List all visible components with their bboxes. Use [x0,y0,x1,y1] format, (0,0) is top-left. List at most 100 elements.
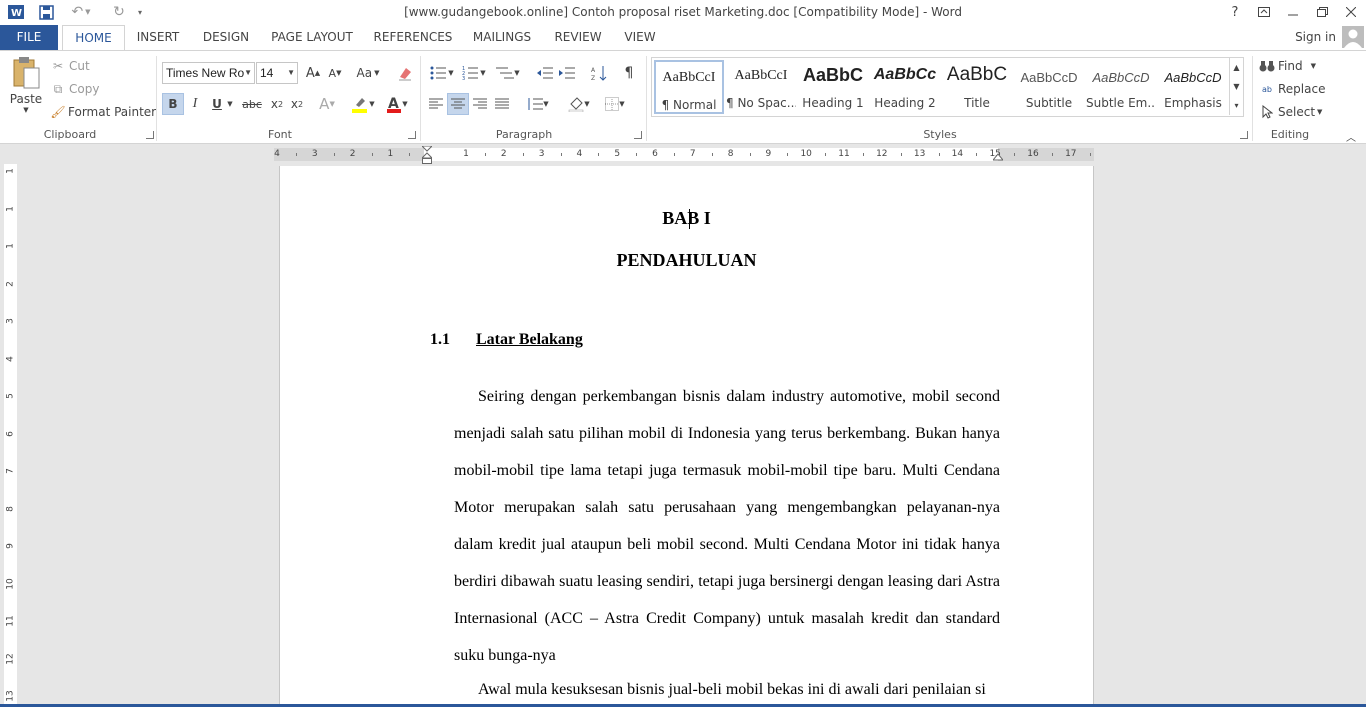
chevron-down-icon[interactable]: ▼ [224,93,236,115]
change-case-button[interactable]: Aa ▼ [354,62,382,84]
indent-marker-icon[interactable] [422,146,432,164]
tab-review[interactable]: REVIEW [548,25,608,50]
horizontal-ruler[interactable]: 4 3 2 1 1 2 3 4 5 6 7 8 9 10 11 12 13 14 15 16 17 [274,146,1094,164]
replace-button[interactable]: ab Replace [1259,80,1325,98]
tab-view[interactable]: VIEW [616,25,664,50]
ruler-tick [636,153,638,156]
gallery-more-icon[interactable]: ▾ [1229,96,1243,115]
style-subtle-emphasis[interactable]: AaBbCcD Subtle Em... [1086,60,1156,114]
superscript-button[interactable]: x2 [286,93,308,115]
ruler-number: 16 [1027,149,1039,159]
style-no-spacing[interactable]: AaBbCcI ¶ No Spac... [726,60,796,114]
ribbon-display-icon[interactable] [1249,0,1279,24]
group-divider [646,56,647,141]
avatar[interactable] [1342,26,1364,48]
ruler-number: 5 [614,149,621,159]
help-button[interactable]: ? [1220,0,1250,24]
section-title[interactable]: Latar Belakang [476,331,583,349]
borders-icon[interactable]: ▼ [600,93,630,115]
section-number[interactable]: 1.1 [430,331,450,349]
chevron-down-icon: ▼ [287,68,295,77]
tab-design[interactable]: DESIGN [196,25,256,50]
format-painter-button[interactable]: 🖌 Format Painter [50,103,156,121]
paste-icon [13,57,40,89]
bullets-icon[interactable]: ▼ [428,62,456,84]
binoculars-icon [1259,58,1275,74]
group-divider [420,56,421,141]
tab-mailings[interactable]: MAILINGS [466,25,538,50]
font-launcher-icon[interactable] [408,131,416,139]
close-icon[interactable] [1336,0,1366,24]
highlight-button[interactable]: ▼ [348,93,378,115]
ruler-number: 1 [5,243,16,249]
decrease-indent-icon[interactable] [534,62,556,84]
editing-group-label: Editing [1270,128,1310,141]
svg-text:A: A [591,67,596,74]
clipboard-group-label: Clipboard [43,128,97,141]
justify-icon[interactable] [491,93,513,115]
line-spacing-icon[interactable]: ▼ [524,93,552,115]
multilevel-list-icon[interactable]: ▼ [494,62,522,84]
ruler-tick [333,153,335,156]
ruler-tick [560,153,562,156]
chapter-heading[interactable]: BAB I [280,208,1093,229]
shrink-font-button[interactable]: A ▼ [324,62,346,84]
tab-file[interactable]: FILE [0,25,58,50]
cut-button[interactable]: ✂ Cut [50,57,90,75]
tab-references[interactable]: REFERENCES [370,25,456,50]
bold-button[interactable]: B [162,93,184,115]
style-subtitle[interactable]: AaBbCcD Subtitle [1014,60,1084,114]
tab-insert[interactable]: INSERT [130,25,186,50]
select-button[interactable]: Select ▼ [1259,103,1322,121]
paste-button[interactable]: Paste ▼ [8,56,44,122]
font-size-box[interactable]: 14 ▼ [256,62,298,84]
paragraph-launcher-icon[interactable] [634,131,642,139]
align-left-icon[interactable] [425,93,447,115]
tab-home[interactable]: HOME [62,25,125,51]
body-paragraph[interactable]: Awal mula kesuksesan bisnis jual-beli mo… [454,671,1000,707]
italic-button[interactable]: I [184,93,206,115]
style-heading-2[interactable]: AaBbCc Heading 2 [870,60,940,114]
styles-launcher-icon[interactable] [1240,131,1248,139]
sign-in-link[interactable]: Sign in [1295,30,1336,44]
strikethrough-button[interactable]: abc [240,93,264,115]
ruler-tick [711,153,713,156]
clipboard-launcher-icon[interactable] [146,131,154,139]
ruler-tick [522,153,524,156]
ruler-tick [825,153,827,156]
body-paragraph[interactable]: Seiring dengan perkembangan bisnis dalam… [454,378,1000,674]
subscript-button[interactable]: x2 [266,93,288,115]
align-right-icon[interactable] [469,93,491,115]
increase-indent-icon[interactable] [556,62,578,84]
sort-icon[interactable]: AZ [588,62,610,84]
find-button[interactable]: Find ▼ [1259,57,1316,75]
window-title: [www.gudangebook.online] Contoh proposal… [404,5,962,19]
text-effects-button[interactable]: A ▼ [316,93,338,115]
chapter-title[interactable]: PENDAHULUAN [280,250,1093,271]
numbering-icon[interactable]: 123 ▼ [460,62,488,84]
font-color-button[interactable]: A ▼ [382,93,412,115]
font-name-box[interactable]: Times New Ro ▼ [162,62,255,84]
right-indent-marker-icon[interactable] [993,153,1003,161]
restore-icon[interactable] [1307,0,1337,24]
style-heading-1[interactable]: AaBbC Heading 1 [798,60,868,114]
vertical-ruler[interactable]: 1 1 1 2 3 4 5 6 7 8 9 10 11 12 13 [4,164,17,707]
tab-page-layout[interactable]: PAGE LAYOUT [266,25,358,50]
align-center-icon[interactable] [447,93,469,115]
style-normal[interactable]: AaBbCcI ¶ Normal [654,60,724,114]
show-formatting-marks-icon[interactable]: ¶ [618,62,640,84]
gallery-scroll-up-icon[interactable]: ▲ [1229,58,1243,77]
minimize-icon[interactable] [1278,0,1308,24]
shading-icon[interactable]: ▼ [564,93,594,115]
ruler-number: 8 [727,149,734,159]
ruler-number: 1 [463,149,469,159]
style-title[interactable]: AaBbC Title [942,60,1012,114]
gallery-scroll-down-icon[interactable]: ▼ [1229,77,1243,96]
ruler-number: 13 [913,149,926,159]
grow-font-button[interactable]: A ▲ [302,62,324,84]
clear-formatting-icon[interactable] [394,62,416,84]
copy-button[interactable]: ⧉ Copy [50,80,100,98]
ruler-tick [484,153,486,156]
style-emphasis[interactable]: AaBbCcD Emphasis [1158,60,1228,114]
document-page[interactable]: BAB I PENDAHULUAN 1.1 Latar Belakang Sei… [279,166,1094,707]
